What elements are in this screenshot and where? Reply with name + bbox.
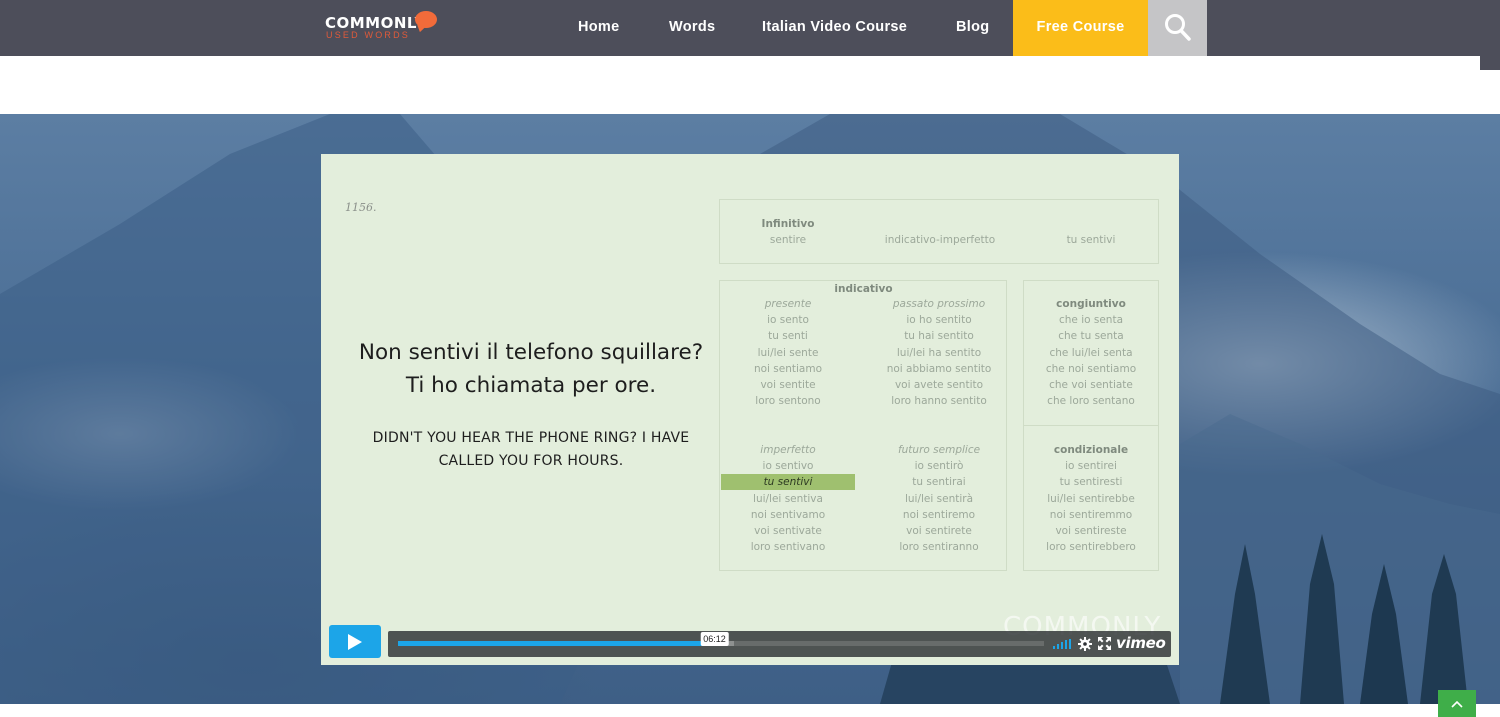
- current-time: 06:12: [700, 632, 729, 646]
- conjugation-form: lui/lei sentirà: [904, 492, 974, 505]
- conjugation-form: che voi sentiate: [1049, 379, 1133, 391]
- conjugation-form: io sento: [767, 314, 809, 327]
- play-button[interactable]: [329, 625, 381, 658]
- conjugation-form: lui/lei sentiva: [753, 492, 823, 505]
- form-value: tu sentivi: [1066, 234, 1116, 246]
- conjugation-form: che lui/lei senta: [1049, 346, 1133, 359]
- play-icon: [348, 634, 362, 650]
- sentence-line-2: Ti ho chiamata per ore.: [405, 373, 657, 398]
- infinitive-label: Infinitivo: [761, 218, 815, 230]
- tense-title-congiuntivo: congiuntivo: [1056, 298, 1126, 310]
- conjugation-form: noi sentivamo: [750, 508, 826, 521]
- conjugation-form: voi sentite: [760, 379, 816, 391]
- tense-title-futuro-semplice: futuro semplice: [897, 444, 981, 456]
- conjugation-form: io sentirei: [1065, 460, 1117, 473]
- tense-title-presente: presente: [764, 298, 812, 310]
- conjugation-form: tu senti: [768, 330, 808, 343]
- nav-italian-video-course[interactable]: Italian Video Course: [762, 0, 907, 56]
- conjugation-form: voi avete sentito: [894, 379, 984, 391]
- conjugation-form: io ho sentito: [906, 314, 972, 327]
- conjugation-form: loro sentiranno: [899, 541, 979, 554]
- slide-number: 1156.: [345, 201, 377, 214]
- search-icon: [1165, 14, 1191, 41]
- tense-title-imperfetto: imperfetto: [760, 444, 816, 456]
- conjugation-form: che io senta: [1058, 314, 1124, 327]
- conjugation-form: tu sentiresti: [1059, 476, 1123, 489]
- progress-played: [398, 641, 715, 646]
- nav-words[interactable]: Words: [669, 0, 715, 56]
- conjugation-form: noi sentiremmo: [1049, 508, 1133, 521]
- tense-title-passato-prossimo: passato prossimo: [892, 298, 986, 310]
- conjugation-form: lui/lei sente: [757, 346, 819, 359]
- sentence-line-1: Non sentivi il telefono squillare?: [358, 340, 704, 365]
- gear-icon[interactable]: [1078, 637, 1092, 651]
- conjugation-form: io sentirò: [914, 460, 964, 473]
- volume-icon[interactable]: [1053, 639, 1071, 649]
- conjugation-form: che noi sentiamo: [1045, 362, 1137, 375]
- progress-bar[interactable]: 06:12: [398, 632, 1044, 646]
- back-to-top-button[interactable]: [1438, 690, 1476, 717]
- logo-subtext: USED WORDS: [326, 30, 411, 40]
- top-navbar: COMMONLY USED WORDS Home Words Italian V…: [0, 0, 1500, 56]
- conjugation-form: tu sentivi: [763, 476, 813, 489]
- conjugation-form: che loro sentano: [1047, 395, 1135, 408]
- conjugation-form: loro hanno sentito: [891, 395, 987, 408]
- infinitive-value: sentire: [769, 234, 807, 246]
- nav-home[interactable]: Home: [578, 0, 620, 56]
- conjugation-form: lui/lei ha sentito: [896, 346, 982, 359]
- tense-value: indicativo-imperfetto: [884, 234, 996, 246]
- conjugation-form: lui/lei sentirebbe: [1047, 492, 1135, 505]
- conjugation-form: voi sentivate: [754, 525, 822, 537]
- page-edge-tab: [1480, 56, 1500, 70]
- search-button[interactable]: [1148, 0, 1207, 56]
- conjugation-form: noi sentiremo: [902, 508, 976, 521]
- verb-header-box: [719, 199, 1159, 264]
- speech-bubble-icon: [415, 11, 437, 28]
- site-logo[interactable]: COMMONLY USED WORDS: [325, 10, 440, 42]
- italian-sentence: Non sentivi il telefono squillare? Ti ho…: [321, 336, 741, 402]
- fullscreen-icon[interactable]: [1098, 637, 1111, 650]
- translation-line-1: DIDN'T YOU HEAR THE PHONE RING? I HAVE: [372, 430, 690, 446]
- conjugation-form: loro sentirebbero: [1046, 541, 1136, 554]
- conjugation-form: voi sentirete: [906, 525, 972, 537]
- free-course-button[interactable]: Free Course: [1013, 0, 1148, 56]
- conjugation-form: voi sentireste: [1055, 525, 1127, 537]
- tense-title-condizionale: condizionale: [1053, 444, 1129, 456]
- box-divider: [1024, 425, 1158, 426]
- conjugation-form: tu hai sentito: [904, 330, 974, 343]
- indicativo-title: indicativo: [834, 283, 893, 295]
- conjugation-form: tu sentirai: [912, 476, 966, 489]
- player-controls: 06:12 vimeo: [388, 631, 1171, 657]
- chevron-up-icon: [1451, 700, 1463, 708]
- conjugation-form: noi sentiamo: [753, 362, 823, 375]
- conjugation-form: loro sentivano: [750, 541, 826, 554]
- vimeo-logo[interactable]: vimeo: [1116, 634, 1166, 652]
- nav-blog[interactable]: Blog: [956, 0, 989, 56]
- video-player[interactable]: 1156. Non sentivi il telefono squillare?…: [321, 154, 1179, 665]
- conjugation-form: loro sentono: [755, 395, 821, 408]
- conjugation-form: io sentivo: [762, 460, 814, 473]
- conjugation-form: che tu senta: [1058, 330, 1124, 343]
- translation-line-2: CALLED YOU FOR HOURS.: [438, 453, 624, 469]
- english-translation: DIDN'T YOU HEAR THE PHONE RING? I HAVE C…: [361, 427, 701, 473]
- conjugation-form: noi abbiamo sentito: [886, 362, 992, 375]
